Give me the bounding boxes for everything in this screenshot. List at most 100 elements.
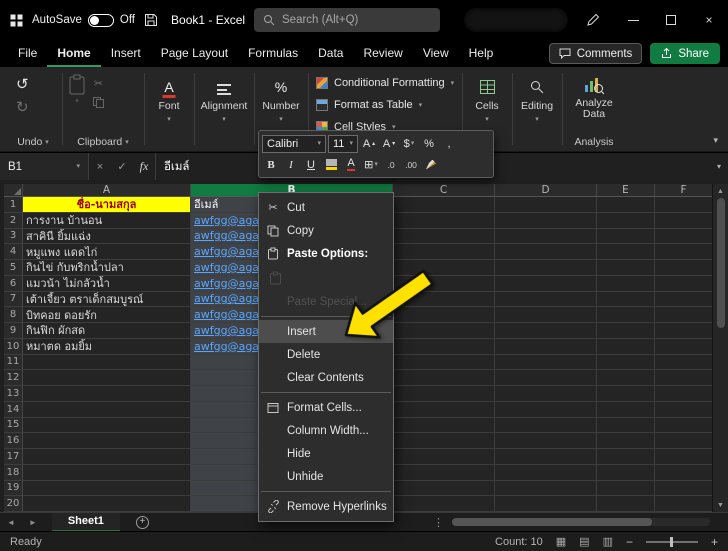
cell-E4[interactable] [597,244,655,260]
redo-icon[interactable]: ↻ [16,99,29,116]
cell-A7[interactable]: เต้าเจี้ยว ตราเด็กสมบูรณ์ [23,292,191,308]
copy-icon[interactable] [93,97,104,108]
column-header-D[interactable]: D [495,184,597,197]
pencil-icon[interactable] [586,13,600,27]
font-color-icon[interactable]: A [342,156,360,174]
menu-tab-view[interactable]: View [413,40,459,67]
cell-F6[interactable] [655,276,712,292]
comma-style-icon[interactable]: , [440,135,458,153]
cell-F2[interactable] [655,213,712,229]
menu-tab-data[interactable]: Data [308,40,353,67]
normal-view-icon[interactable]: ▦ [556,535,566,548]
row-header-3[interactable]: 3 [4,229,23,245]
cell-D10[interactable] [495,339,597,355]
cell-C12[interactable] [393,370,495,386]
cell-C19[interactable] [393,481,495,497]
context-menu-item-delete[interactable]: Delete [259,343,393,366]
cell-F8[interactable] [655,307,712,323]
cell-D19[interactable] [495,481,597,497]
cell-D4[interactable] [495,244,597,260]
cell-E6[interactable] [597,276,655,292]
cell-F15[interactable] [655,418,712,434]
increase-decimal-icon[interactable]: .00 [402,156,420,174]
zoom-slider-thumb[interactable] [670,537,673,547]
cell-A10[interactable]: หมาตด อมยิ้ม [23,339,191,355]
cell-C9[interactable] [393,323,495,339]
cell-D16[interactable] [495,433,597,449]
row-header-17[interactable]: 17 [4,449,23,465]
cell-C18[interactable] [393,465,495,481]
row-header-18[interactable]: 18 [4,465,23,481]
ribbon-collapse-chevron[interactable]: ▾ [713,135,718,146]
cell-F19[interactable] [655,481,712,497]
cell-F16[interactable] [655,433,712,449]
analyze-data-button[interactable]: Analyze Data Analysis [566,67,622,152]
row-header-1[interactable]: 1 [4,197,23,213]
cell-F10[interactable] [655,339,712,355]
cell-F14[interactable] [655,402,712,418]
cell-A13[interactable] [23,386,191,402]
vertical-scrollbar[interactable]: ▲ ▼ [712,184,728,512]
cell-A3[interactable]: สาคินี ยิ้มแฉ่ง [23,229,191,245]
sheet-options-dots-icon[interactable]: ⋮ [425,516,452,529]
cell-E1[interactable] [597,197,655,213]
sheet-tab-sheet1[interactable]: Sheet1 [52,513,120,532]
row-header-10[interactable]: 10 [4,339,23,355]
maximize-button[interactable] [652,0,690,40]
undo-group-label[interactable]: Undo▾ [6,136,60,148]
enter-icon[interactable]: ✓ [111,153,133,180]
cell-A15[interactable] [23,418,191,434]
decrease-decimal-icon[interactable]: .0 [382,156,400,174]
row-header-15[interactable]: 15 [4,418,23,434]
borders-icon[interactable]: ⊞▾ [362,156,380,174]
context-menu-item-paste-button[interactable] [259,265,393,290]
undo-icon[interactable]: ↺ [16,76,29,93]
row-header-12[interactable]: 12 [4,370,23,386]
cell-E5[interactable] [597,260,655,276]
font-group-button[interactable]: A Font ▾ [146,67,192,152]
sheet-nav-left-icon[interactable]: ◄ [0,518,22,527]
add-sheet-button[interactable]: + [136,516,149,529]
cell-E12[interactable] [597,370,655,386]
autosave-toggle[interactable]: AutoSave Off [32,14,135,27]
name-box[interactable]: B1 ▾ [0,153,88,180]
context-menu-item-hide[interactable]: Hide [259,442,393,465]
cell-F13[interactable] [655,386,712,402]
select-all-corner[interactable] [4,184,23,197]
row-header-7[interactable]: 7 [4,292,23,308]
formula-bar-expand-chevron[interactable]: ▾ [710,153,728,180]
clipboard-group-label[interactable]: Clipboard▾ [64,136,142,148]
editing-group-button[interactable]: Editing ▾ [514,67,560,152]
underline-icon[interactable]: U [302,156,320,174]
cell-C11[interactable] [393,355,495,371]
row-header-8[interactable]: 8 [4,307,23,323]
page-break-view-icon[interactable]: ▥ [603,535,613,548]
cell-F12[interactable] [655,370,712,386]
insert-function-icon[interactable]: fx [133,153,155,180]
cell-D6[interactable] [495,276,597,292]
cell-A6[interactable]: แมวน้า ไม่กลัวน้ำ [23,276,191,292]
excel-app-icon[interactable] [10,14,23,27]
percent-style-icon[interactable]: % [420,135,438,153]
font-name-select[interactable]: Calibri▾ [262,135,326,153]
row-header-2[interactable]: 2 [4,213,23,229]
cell-A18[interactable] [23,465,191,481]
context-menu-item-paste-options[interactable]: Paste Options: [259,242,393,265]
row-header-19[interactable]: 19 [4,481,23,497]
cell-C14[interactable] [393,402,495,418]
context-menu-item-remove-hyperlinks[interactable]: Remove Hyperlinks [259,495,393,518]
cell-F4[interactable] [655,244,712,260]
cell-C13[interactable] [393,386,495,402]
cell-D2[interactable] [495,213,597,229]
menu-tab-review[interactable]: Review [353,40,412,67]
cell-F1[interactable] [655,197,712,213]
cell-D11[interactable] [495,355,597,371]
cell-A2[interactable]: การงาน บ้านอน [23,213,191,229]
cell-A5[interactable]: กินไข่ กับพริกน้ำปลา [23,260,191,276]
menu-tab-file[interactable]: File [8,40,47,67]
conditional-formatting-button[interactable]: Conditional Formatting ▾ [310,72,460,94]
cell-D12[interactable] [495,370,597,386]
cell-E15[interactable] [597,418,655,434]
cancel-icon[interactable]: × [89,153,111,180]
menu-tab-formulas[interactable]: Formulas [238,40,308,67]
